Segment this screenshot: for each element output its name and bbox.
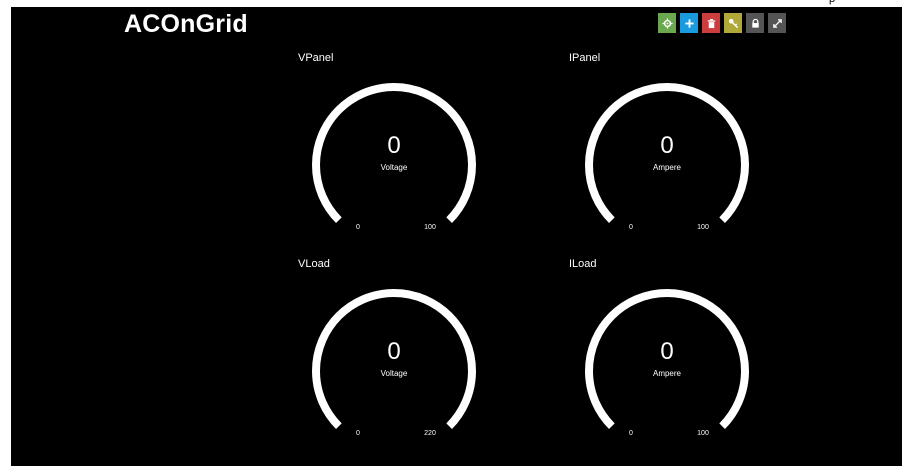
- delete-button[interactable]: [702, 13, 720, 33]
- gauge-max-label: 100: [697, 430, 709, 437]
- gauge-max-label: 220: [424, 430, 436, 437]
- key-button[interactable]: [724, 13, 742, 33]
- gauge-value: 0: [387, 338, 401, 365]
- fullscreen-button[interactable]: [768, 13, 786, 33]
- gauge-min-label: 0: [356, 430, 360, 437]
- gauge-unit: Voltage: [380, 369, 408, 378]
- gauge-min-label: 0: [629, 224, 633, 231]
- gear-icon: [661, 17, 673, 29]
- gauge-max-label: 100: [697, 224, 709, 231]
- gauge-value: 0: [387, 132, 401, 159]
- toolbar: [658, 13, 786, 33]
- gauge-unit: Ampere: [652, 369, 681, 378]
- gauge-panel-vload: VLoad 0 Voltage 0 220: [298, 258, 528, 458]
- add-button[interactable]: [680, 13, 698, 33]
- lock-button[interactable]: [746, 13, 764, 33]
- expand-icon: [772, 18, 782, 28]
- plus-icon: [684, 18, 694, 28]
- dashboard: ACOnGrid VPanel 0 Voltage 0 100 IPanel 0…: [11, 7, 904, 466]
- gauge-min-label: 0: [356, 224, 360, 231]
- gauge-value: 0: [660, 338, 674, 365]
- gauge-unit: Voltage: [380, 163, 408, 172]
- gauge-panel-iload: ILoad 0 Ampere 0 100: [569, 258, 799, 458]
- top-edge-glyph: ρ: [829, 0, 835, 5]
- settings-button[interactable]: [658, 13, 676, 33]
- gauge-unit: Ampere: [652, 163, 681, 172]
- trash-icon: [707, 18, 715, 28]
- gauge-panel-ipanel: IPanel 0 Ampere 0 100: [569, 52, 799, 252]
- app-title: ACOnGrid: [124, 10, 248, 38]
- gauge-value: 0: [660, 132, 674, 159]
- gauge-panel-vpanel: VPanel 0 Voltage 0 100: [298, 52, 528, 252]
- lock-icon: [751, 18, 759, 28]
- key-icon: [728, 18, 738, 28]
- gauge-max-label: 100: [424, 224, 436, 231]
- gauge-min-label: 0: [629, 430, 633, 437]
